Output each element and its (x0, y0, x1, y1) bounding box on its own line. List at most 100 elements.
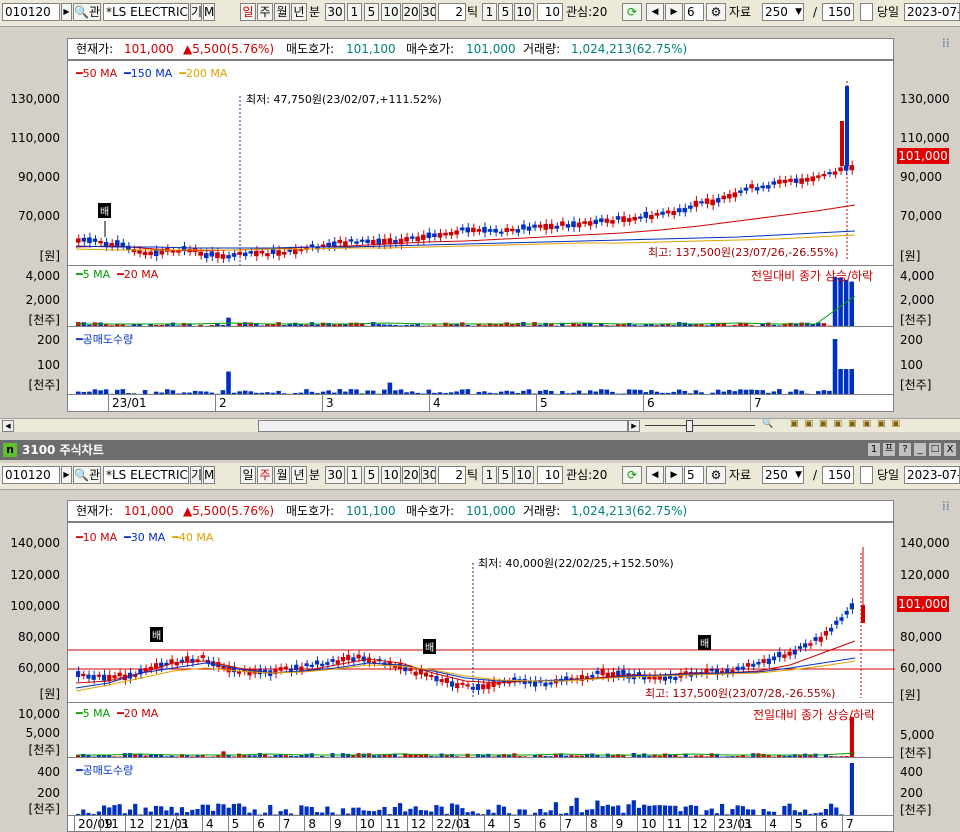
tick-input[interactable]: 2 (438, 466, 466, 484)
date-tick: 12 (129, 817, 145, 831)
date-input[interactable]: 2023-07-3 (904, 466, 960, 484)
window-pro-button[interactable]: 프 (883, 443, 895, 456)
period-month-button[interactable]: 월 (274, 466, 290, 484)
search-icon[interactable]: 🔍관 (73, 3, 101, 21)
min-1-button[interactable]: 1 (347, 3, 362, 21)
candle (621, 216, 626, 223)
tool-icons[interactable]: ▣▣▣▣▣▣▣▣ (790, 419, 906, 429)
data-count-select[interactable]: 250 ▼ (762, 466, 804, 484)
date-input[interactable]: 2023-07-3 (904, 3, 960, 21)
m-button[interactable]: M (203, 466, 215, 484)
close-icon[interactable]: X (944, 443, 956, 456)
candle (782, 179, 788, 184)
minute-30-button[interactable]: 30 (325, 466, 345, 484)
min-30-button[interactable]: 30 (421, 3, 436, 21)
page-input[interactable]: 5 (684, 466, 704, 484)
period-year-button[interactable]: 년 (291, 3, 307, 21)
tick-count-input[interactable]: 10 (537, 466, 563, 484)
candle (448, 232, 454, 236)
page-input[interactable]: 6 (684, 3, 704, 21)
scroll-right-icon[interactable]: ▶ (628, 420, 640, 432)
zoom-slider-track[interactable] (645, 425, 755, 426)
period-week-button[interactable]: 주 (257, 3, 273, 21)
bottom-price-svg (68, 547, 895, 699)
min-1-button[interactable]: 1 (347, 466, 362, 484)
min-30-button[interactable]: 30 (421, 466, 436, 484)
period-day-button[interactable]: 일 (240, 466, 256, 484)
window-num-button[interactable]: 1 (868, 443, 880, 456)
tick-input[interactable]: 2 (438, 3, 466, 21)
y-tick-right: 80,000 (900, 630, 942, 644)
code-dropdown-icon[interactable]: ▶ (61, 466, 72, 484)
top-vol-legend: ━5 MA ━20 MA (76, 268, 159, 281)
period-week-button[interactable]: 주 (257, 466, 273, 484)
candle (554, 225, 560, 229)
m-button[interactable]: M (203, 3, 215, 21)
period-month-button[interactable]: 월 (274, 3, 290, 21)
min-20-button[interactable]: 20 (402, 3, 420, 21)
bottom-vol-legend: ━5 MA ━20 MA (76, 707, 159, 720)
period-year-button[interactable]: 년 (291, 466, 307, 484)
help-icon[interactable]: ? (899, 443, 911, 456)
candle (471, 227, 476, 233)
volume-bar (849, 717, 854, 757)
refresh-icon[interactable]: ⟳ (622, 466, 642, 484)
settings-icon[interactable]: ⚙ (706, 3, 726, 21)
minute-30-button[interactable]: 30 (325, 3, 345, 21)
min-10-button[interactable]: 10 (381, 3, 401, 21)
view-count-input[interactable]: 150 (822, 466, 854, 484)
candle (665, 210, 671, 214)
grip-icon[interactable]: ⁞⁞ (942, 36, 950, 50)
min-5-button[interactable]: 5 (364, 3, 379, 21)
stock-code-input[interactable]: 010120 (2, 466, 60, 484)
date-tick: 3 (180, 817, 189, 831)
view-count-input[interactable]: 150 (822, 3, 854, 21)
settings-icon[interactable]: ⚙ (706, 466, 726, 484)
candle (493, 228, 498, 233)
today-checkbox[interactable] (860, 466, 873, 484)
vol-tick: 2,000 (25, 293, 60, 307)
tick-count-input[interactable]: 10 (537, 3, 563, 21)
candle (510, 228, 515, 232)
horizontal-scrollbar[interactable] (258, 420, 628, 432)
prev-arrow-icon[interactable]: ◀ (646, 3, 664, 21)
candle (839, 617, 844, 621)
min-5-button[interactable]: 5 (364, 466, 379, 484)
volume-bar (449, 803, 455, 815)
candle (590, 674, 595, 678)
volume-bar (673, 805, 678, 815)
stock-name-input[interactable]: *LS ELECTRIC (103, 3, 189, 21)
tick-5-button[interactable]: 5 (498, 3, 513, 21)
tick-10-button[interactable]: 10 (514, 3, 534, 21)
prev-arrow-icon[interactable]: ◀ (646, 466, 664, 484)
tick-5-button[interactable]: 5 (498, 466, 513, 484)
minimize-icon[interactable]: _ (914, 443, 926, 456)
refresh-icon[interactable]: ⟳ (622, 3, 642, 21)
scroll-left-icon[interactable]: ◀ (2, 420, 14, 432)
tick-1-button[interactable]: 1 (482, 3, 497, 21)
code-dropdown-icon[interactable]: ▶ (61, 3, 72, 21)
tick-1-button[interactable]: 1 (482, 466, 497, 484)
candle (829, 627, 834, 632)
min-20-button[interactable]: 20 (402, 466, 420, 484)
stock-code-input[interactable]: 010120 (2, 3, 60, 21)
grip-icon[interactable]: ⁞⁞ (942, 499, 950, 513)
zoom-slider-handle[interactable] (686, 420, 693, 432)
candle (626, 218, 632, 222)
interest-label: 관심:20 (566, 5, 608, 19)
tick-10-button[interactable]: 10 (514, 466, 534, 484)
data-count-select[interactable]: 250 ▼ (762, 3, 804, 21)
min-10-button[interactable]: 10 (381, 466, 401, 484)
candle (615, 216, 621, 220)
next-arrow-icon[interactable]: ▶ (665, 466, 683, 484)
today-checkbox[interactable] (860, 3, 873, 21)
candle (745, 663, 751, 667)
zoom-icon[interactable]: 🔍 (762, 419, 773, 429)
gi-button[interactable]: 기 (190, 3, 202, 21)
next-arrow-icon[interactable]: ▶ (665, 3, 683, 21)
stock-name-input[interactable]: *LS ELECTRIC (103, 466, 189, 484)
gi-button[interactable]: 기 (190, 466, 202, 484)
period-day-button[interactable]: 일 (240, 3, 256, 21)
search-icon[interactable]: 🔍관 (73, 466, 101, 484)
maximize-icon[interactable]: □ (929, 443, 941, 456)
